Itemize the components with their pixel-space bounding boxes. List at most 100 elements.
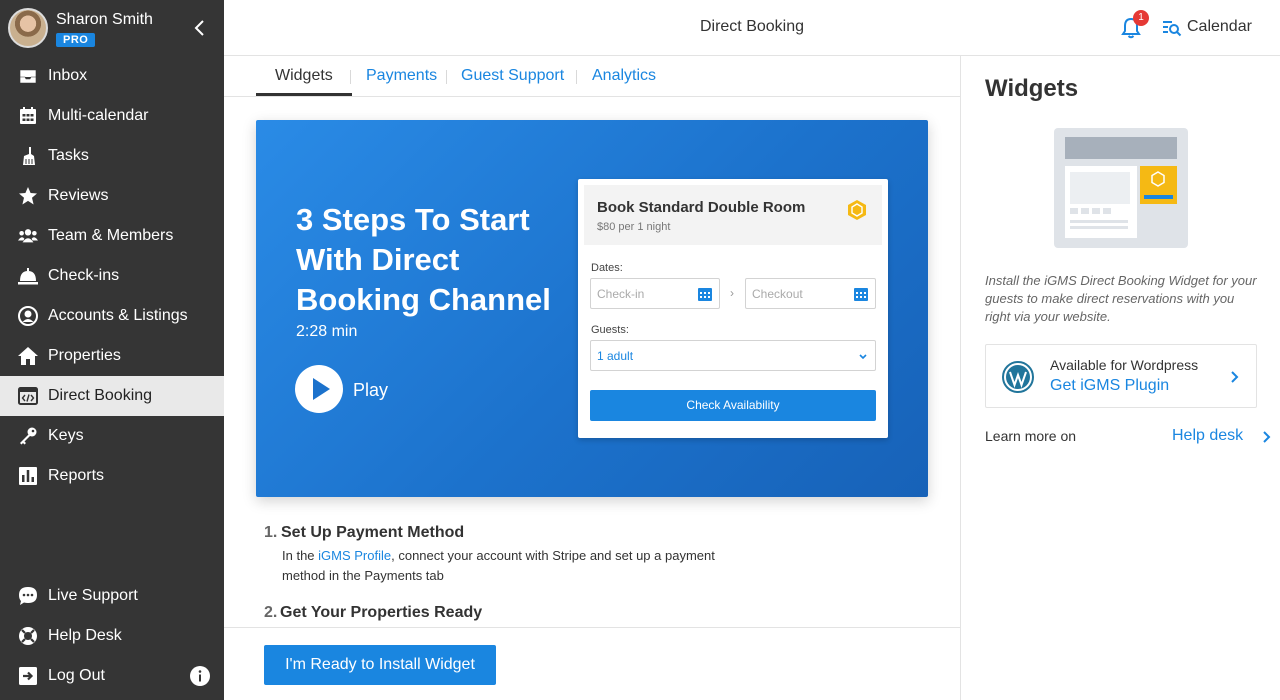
- sidebar-item-live-support[interactable]: Live Support: [0, 576, 224, 616]
- get-plugin-link[interactable]: Get iGMS Plugin: [1050, 377, 1169, 395]
- step-number: 2.: [264, 604, 278, 621]
- user-name: Sharon Smith: [56, 11, 153, 28]
- home-icon: [18, 347, 38, 365]
- step-2: 2. Get Your Properties Ready: [264, 604, 864, 627]
- panel-title: Widgets: [985, 75, 1079, 102]
- sidebar-item-check-ins[interactable]: Check-ins: [0, 256, 224, 296]
- sidebar-item-direct-booking[interactable]: Direct Booking: [0, 376, 224, 416]
- chevron-right-icon: [1231, 371, 1239, 383]
- sidebar-item-multi-calendar[interactable]: Multi-calendar: [0, 96, 224, 136]
- igms-profile-link[interactable]: iGMS Profile: [318, 548, 391, 563]
- igms-logo-icon: [848, 200, 866, 220]
- users-icon: [18, 229, 38, 243]
- account-circle-icon: [18, 306, 38, 326]
- service-bell-icon: [18, 268, 38, 285]
- lifebuoy-icon: [19, 627, 37, 645]
- chat-icon: [19, 587, 37, 605]
- checkout-field: Checkout: [745, 278, 876, 309]
- chevron-left-icon: [194, 20, 204, 36]
- check-availability-button: Check Availability: [590, 390, 876, 421]
- inbox-icon: [19, 69, 37, 84]
- top-header: Direct Booking 1 Calendar: [224, 0, 1280, 56]
- tab-bar: Widgets Payments Guest Support Analytics: [224, 56, 960, 97]
- video-card[interactable]: 3 Steps To Start With Direct Booking Cha…: [256, 120, 928, 497]
- wordpress-plugin-card[interactable]: Available for Wordpress Get iGMS Plugin: [985, 344, 1257, 408]
- step-title: Get Your Properties Ready: [280, 604, 483, 621]
- widget-illustration: [1054, 128, 1188, 248]
- sidebar-item-label: Check-ins: [48, 267, 120, 284]
- sidebar-item-team-members[interactable]: Team & Members: [0, 216, 224, 256]
- room-price: $80 per 1 night: [597, 221, 671, 233]
- sidebar-item-keys[interactable]: Keys: [0, 416, 224, 456]
- user-profile[interactable]: Sharon Smith PRO: [0, 0, 224, 56]
- wordpress-icon: [1002, 361, 1034, 393]
- install-widget-button[interactable]: I'm Ready to Install Widget: [264, 645, 496, 685]
- sidebar-item-label: Live Support: [48, 587, 138, 604]
- sidebar-item-label: Help Desk: [48, 627, 122, 644]
- checkin-field: Check-in: [590, 278, 720, 309]
- sidebar-item-label: Properties: [48, 347, 121, 364]
- sidebar: Sharon Smith PRO Inbox Multi-calendar Ta…: [0, 0, 224, 700]
- help-desk-link[interactable]: Help desk: [1172, 427, 1271, 445]
- tab-payments[interactable]: Payments: [366, 67, 437, 85]
- step-1: 1. Set Up Payment Method In the iGMS Pro…: [264, 524, 864, 594]
- logout-icon: [19, 667, 37, 685]
- panel-description: Install the iGMS Direct Booking Widget f…: [985, 273, 1257, 324]
- guests-select: 1 adult: [590, 340, 876, 371]
- calendar-grid-icon: [20, 107, 36, 124]
- tab-guest-support[interactable]: Guest Support: [461, 67, 564, 85]
- broom-icon: [23, 147, 35, 165]
- sidebar-item-label: Reports: [48, 467, 105, 484]
- notification-badge: 1: [1133, 10, 1149, 26]
- sidebar-item-label: Keys: [48, 427, 84, 444]
- date-range-arrow: ›: [730, 286, 734, 300]
- video-duration: 2:28 min: [296, 323, 358, 340]
- sidebar-item-tasks[interactable]: Tasks: [0, 136, 224, 176]
- sidebar-item-label: Inbox: [48, 67, 88, 84]
- sidebar-item-label: Tasks: [48, 147, 89, 164]
- avatar[interactable]: [8, 8, 48, 48]
- info-icon[interactable]: [190, 666, 210, 686]
- tab-divider: [576, 70, 577, 84]
- star-icon: [19, 187, 37, 205]
- calendar-search-icon: [1163, 21, 1182, 37]
- step-title: Set Up Payment Method: [281, 524, 465, 541]
- browser-code-icon: [18, 387, 38, 405]
- collapse-sidebar-button[interactable]: [190, 16, 210, 40]
- step-number: 1.: [264, 524, 278, 541]
- sidebar-item-accounts-listings[interactable]: Accounts & Listings: [0, 296, 224, 336]
- tab-divider: [350, 70, 351, 84]
- sidebar-item-reports[interactable]: Reports: [0, 456, 224, 496]
- dates-label: Dates:: [591, 262, 623, 274]
- sidebar-item-log-out[interactable]: Log Out: [0, 656, 224, 696]
- sidebar-item-help-desk[interactable]: Help Desk: [0, 616, 224, 656]
- play-icon: [313, 378, 330, 400]
- sidebar-item-properties[interactable]: Properties: [0, 336, 224, 376]
- widget-header: Book Standard Double Room $80 per 1 nigh…: [584, 185, 882, 245]
- play-button[interactable]: [295, 365, 343, 413]
- right-panel: Widgets Install the iGMS Direct Booking …: [960, 56, 1280, 700]
- sidebar-item-label: Multi-calendar: [48, 107, 149, 124]
- sidebar-item-reviews[interactable]: Reviews: [0, 176, 224, 216]
- active-tab-indicator: [256, 93, 352, 96]
- sidebar-item-label: Team & Members: [48, 227, 174, 244]
- calendar-link-label: Calendar: [1187, 18, 1252, 35]
- sidebar-item-inbox[interactable]: Inbox: [0, 56, 224, 96]
- tab-analytics[interactable]: Analytics: [592, 67, 656, 85]
- chevron-down-icon: [859, 354, 867, 360]
- pro-badge: PRO: [56, 33, 96, 47]
- sidebar-item-label: Accounts & Listings: [48, 307, 188, 324]
- calendar-icon: [698, 288, 712, 301]
- step-description: In the iGMS Profile, connect your accoun…: [282, 548, 715, 583]
- sidebar-item-label: Direct Booking: [48, 387, 153, 404]
- chevron-right-icon: [1263, 431, 1271, 443]
- tab-divider: [446, 70, 447, 84]
- tab-widgets[interactable]: Widgets: [275, 67, 333, 85]
- calendar-icon: [854, 288, 868, 301]
- sidebar-item-label: Reviews: [48, 187, 109, 204]
- play-label[interactable]: Play: [353, 380, 388, 401]
- room-name: Book Standard Double Room: [597, 199, 806, 216]
- bar-chart-icon: [19, 467, 37, 485]
- key-icon: [20, 427, 37, 445]
- learn-more-text: Learn more on: [985, 428, 1077, 444]
